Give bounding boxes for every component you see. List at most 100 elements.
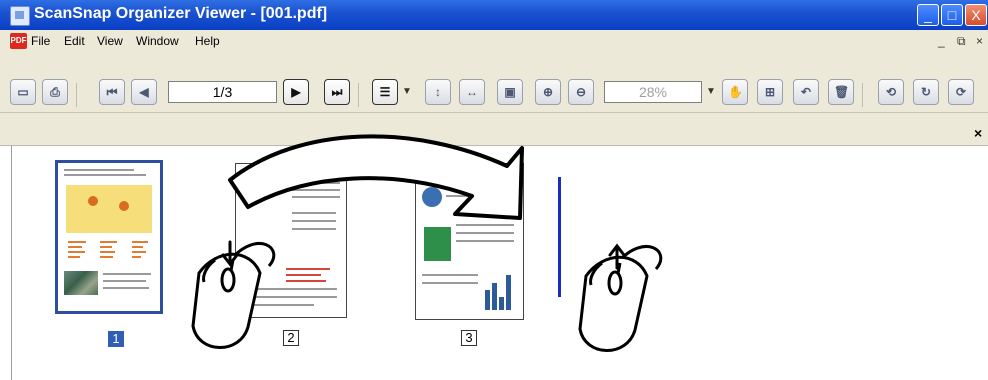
text-line [242, 174, 284, 176]
close-button[interactable]: X [965, 4, 987, 26]
thumbnail-page-1[interactable] [55, 160, 163, 314]
zoom-out-icon: ⊖ [575, 85, 587, 99]
last-page-icon: ⏭ [331, 85, 343, 99]
text-line [292, 196, 340, 198]
hand-icon: ✋ [728, 85, 743, 99]
panel-border [11, 146, 12, 380]
delete-page-button[interactable]: 🗑 [828, 79, 854, 105]
drop-target-indicator [558, 177, 561, 297]
zoom-in-button[interactable]: ⊕ [535, 79, 561, 105]
app-icon [10, 6, 30, 26]
next-page-button[interactable]: ▶ [283, 79, 309, 105]
first-page-button[interactable]: ⏮ [99, 79, 125, 105]
text-line [456, 232, 514, 234]
toolbar-separator [862, 83, 863, 107]
fit-page-icon: ▣ [504, 85, 516, 99]
last-page-button[interactable]: ⏭ [324, 79, 350, 105]
graph-bar [506, 275, 511, 310]
text-line [456, 224, 514, 226]
menu-window[interactable]: Window [136, 34, 179, 48]
undo-button[interactable]: ↶ [793, 79, 819, 105]
fit-height-icon: ↕ [435, 85, 441, 99]
text-line [103, 287, 149, 289]
zoom-out-button[interactable]: ⊖ [568, 79, 594, 105]
graph-bar [485, 290, 490, 310]
rotate-right-icon: ⟳ [955, 85, 967, 99]
thumbnail-page-3[interactable] [415, 163, 524, 320]
save-button[interactable]: ▭ [10, 79, 36, 105]
rotate-180-icon: ↻ [920, 85, 932, 99]
thumbnail-panel-header: × [0, 112, 988, 146]
thumbnail-view-button[interactable]: ☰ [372, 79, 398, 105]
text-line [64, 174, 146, 176]
title-bar: ScanSnap Organizer Viewer - [001.pdf] _ … [0, 0, 988, 30]
thumbnail-page-2[interactable] [235, 163, 347, 318]
chart-bars [132, 241, 152, 261]
toolbar: ▭ ⎙ ⏮ ◀ 1/3 ▶ ⏭ ☰ ▼ ↕ ↔ ▣ ⊕ ⊖ 28% ▼ ✋ ⊞ … [0, 52, 988, 112]
graph-bar [499, 297, 504, 310]
print-button[interactable]: ⎙ [42, 79, 68, 105]
thumbnail-view-dropdown-icon[interactable]: ▼ [402, 86, 412, 97]
toolbar-separator [76, 83, 77, 107]
map-spot [119, 201, 129, 211]
text-line [446, 195, 508, 197]
undo-icon: ↶ [800, 85, 812, 99]
rotate-left-icon: ⟲ [885, 85, 897, 99]
fit-height-button[interactable]: ↕ [425, 79, 451, 105]
previous-page-icon: ◀ [139, 85, 149, 99]
marquee-zoom-button[interactable]: ⊞ [757, 79, 783, 105]
next-page-icon: ▶ [291, 85, 301, 99]
mdi-minimize-button[interactable]: _ [938, 34, 945, 48]
menu-help[interactable]: Help [195, 34, 220, 48]
fit-width-icon: ↔ [466, 85, 478, 99]
hand-tool-button[interactable]: ✋ [722, 79, 748, 105]
text-line [292, 189, 340, 191]
page-number-label: 2 [283, 330, 299, 346]
zoom-dropdown-icon[interactable]: ▼ [706, 86, 716, 97]
text-line [292, 220, 336, 222]
text-line [242, 296, 337, 298]
africa-map-image [424, 227, 451, 261]
text-line [103, 273, 151, 275]
menu-edit[interactable]: Edit [64, 34, 85, 48]
mdi-restore-button[interactable]: ⧉ [957, 34, 966, 49]
text-line [446, 188, 508, 190]
save-icon: ▭ [17, 85, 29, 99]
chart-bars [286, 268, 336, 288]
map-image [66, 185, 152, 233]
rotate-right-button[interactable]: ⟳ [948, 79, 974, 105]
text-line [292, 228, 336, 230]
map-spot [88, 196, 98, 206]
previous-page-button[interactable]: ◀ [131, 79, 157, 105]
mdi-close-button[interactable]: × [976, 34, 983, 48]
maximize-button[interactable]: □ [941, 4, 963, 26]
text-line [292, 212, 336, 214]
menu-view[interactable]: View [97, 34, 123, 48]
marquee-zoom-icon: ⊞ [764, 85, 776, 99]
text-line [242, 188, 284, 190]
print-icon: ⎙ [50, 85, 60, 99]
fit-width-button[interactable]: ↔ [459, 79, 485, 105]
photo-image [64, 271, 98, 295]
pdf-icon: PDF [10, 33, 27, 49]
chart-bars [100, 241, 120, 261]
page-number-input[interactable]: 1/3 [168, 81, 277, 103]
fit-page-button[interactable]: ▣ [497, 79, 523, 105]
chart-bars [68, 241, 88, 261]
text-line [64, 169, 134, 171]
text-line [242, 304, 314, 306]
toolbar-separator [358, 83, 359, 107]
menu-file[interactable]: File [31, 34, 50, 48]
text-line [292, 182, 340, 184]
text-line [422, 282, 478, 284]
rotate-180-button[interactable]: ↻ [913, 79, 939, 105]
graph-bar [492, 283, 497, 310]
rotate-left-button[interactable]: ⟲ [878, 79, 904, 105]
zoom-level-input[interactable]: 28% [604, 81, 702, 103]
text-line [103, 280, 146, 282]
thumbnail-view-icon: ☰ [379, 85, 391, 99]
first-page-icon: ⏮ [106, 85, 118, 99]
minimize-button[interactable]: _ [917, 4, 939, 26]
panel-close-button[interactable]: × [974, 125, 982, 141]
trash-icon: 🗑 [834, 85, 850, 99]
